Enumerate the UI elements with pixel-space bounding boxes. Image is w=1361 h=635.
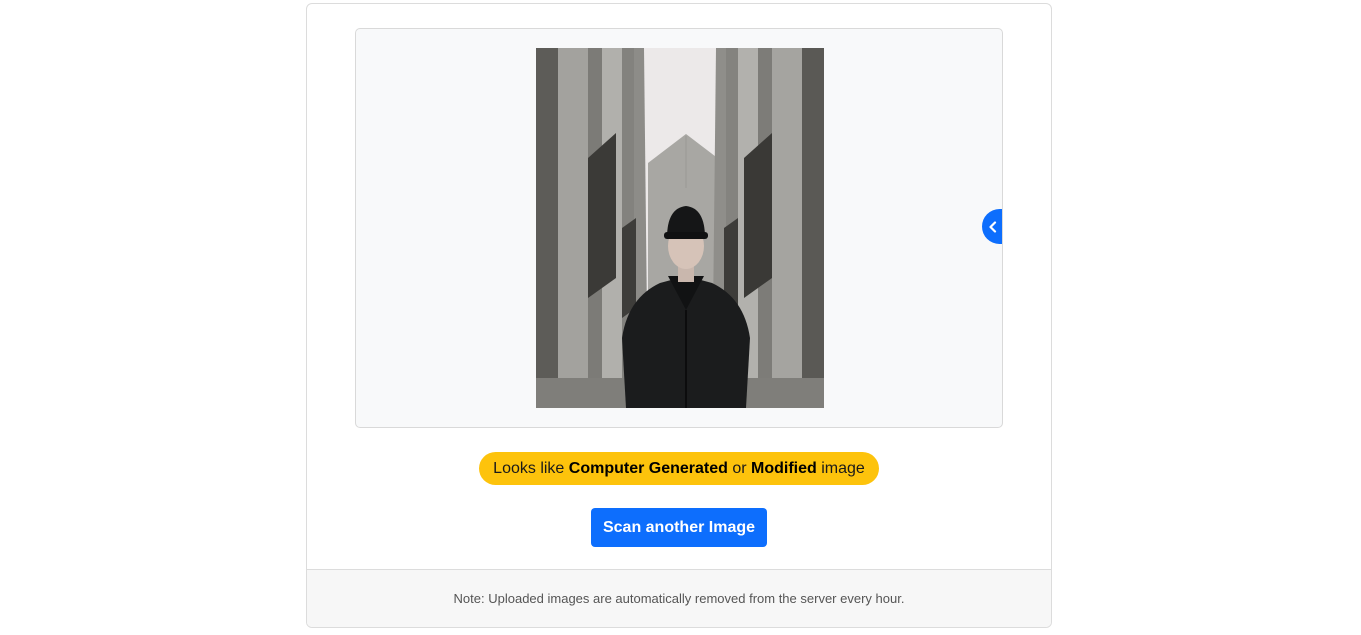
footer-note: Note: Uploaded images are automatically … [453, 591, 905, 606]
uploaded-image [536, 48, 824, 408]
verdict-strong-computer-generated: Computer Generated [568, 459, 728, 477]
result-verdict-badge: Looks like Computer Generated or Modifie… [479, 452, 879, 485]
chevron-left-icon [988, 220, 996, 233]
preview-toggle-button[interactable] [982, 209, 1002, 244]
verdict-strong-modified: Modified [751, 459, 817, 477]
verdict-suffix: image [816, 459, 865, 477]
card-footer: Note: Uploaded images are automatically … [307, 569, 1051, 627]
verdict-prefix: Looks like [493, 459, 569, 477]
image-preview-frame [355, 28, 1003, 428]
scan-another-image-button[interactable]: Scan another Image [591, 508, 767, 547]
result-card: Looks like Computer Generated or Modifie… [306, 3, 1052, 628]
verdict-mid: or [727, 459, 752, 477]
